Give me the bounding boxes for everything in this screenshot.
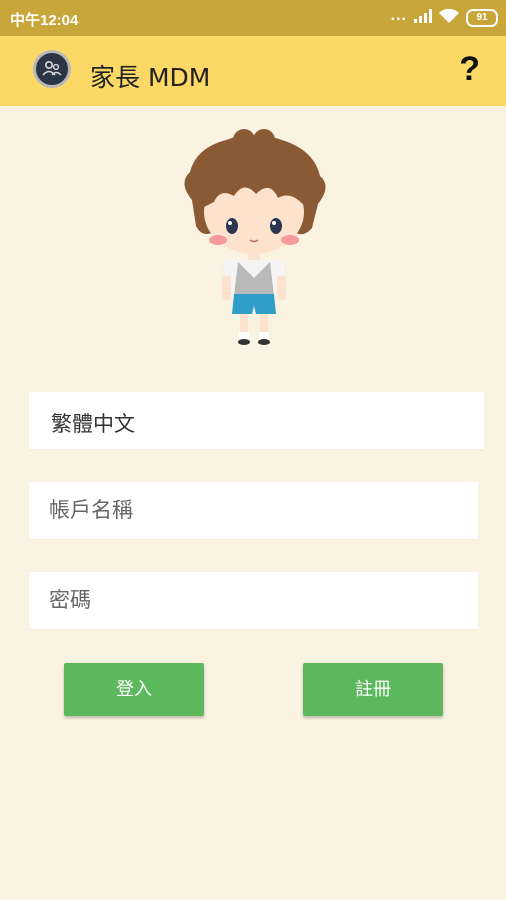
signal-icon (414, 9, 432, 27)
app-bar: 家長 MDM ? (0, 36, 506, 106)
account-name-input[interactable] (49, 493, 458, 527)
register-button[interactable]: 註冊 (303, 663, 443, 716)
language-value: 繁體中文 (51, 412, 135, 436)
status-icons: ... 91 (391, 6, 498, 30)
password-input[interactable] (49, 583, 458, 617)
battery-icon: 91 (466, 9, 498, 27)
account-name-field-container (29, 482, 478, 539)
app-title: 家長 MDM (90, 63, 211, 92)
status-time: 中午12:04 (10, 12, 79, 29)
password-field-container (29, 572, 478, 629)
status-bar: 中午12:04 ... 91 (0, 0, 506, 36)
app-logo-icon (33, 50, 71, 88)
mascot-illustration (174, 128, 334, 354)
login-button[interactable]: 登入 (64, 663, 204, 716)
language-selector[interactable]: 繁體中文 (29, 392, 484, 449)
help-button[interactable]: ? (459, 50, 480, 89)
wifi-icon (439, 8, 459, 28)
more-dots-icon: ... (390, 7, 407, 24)
